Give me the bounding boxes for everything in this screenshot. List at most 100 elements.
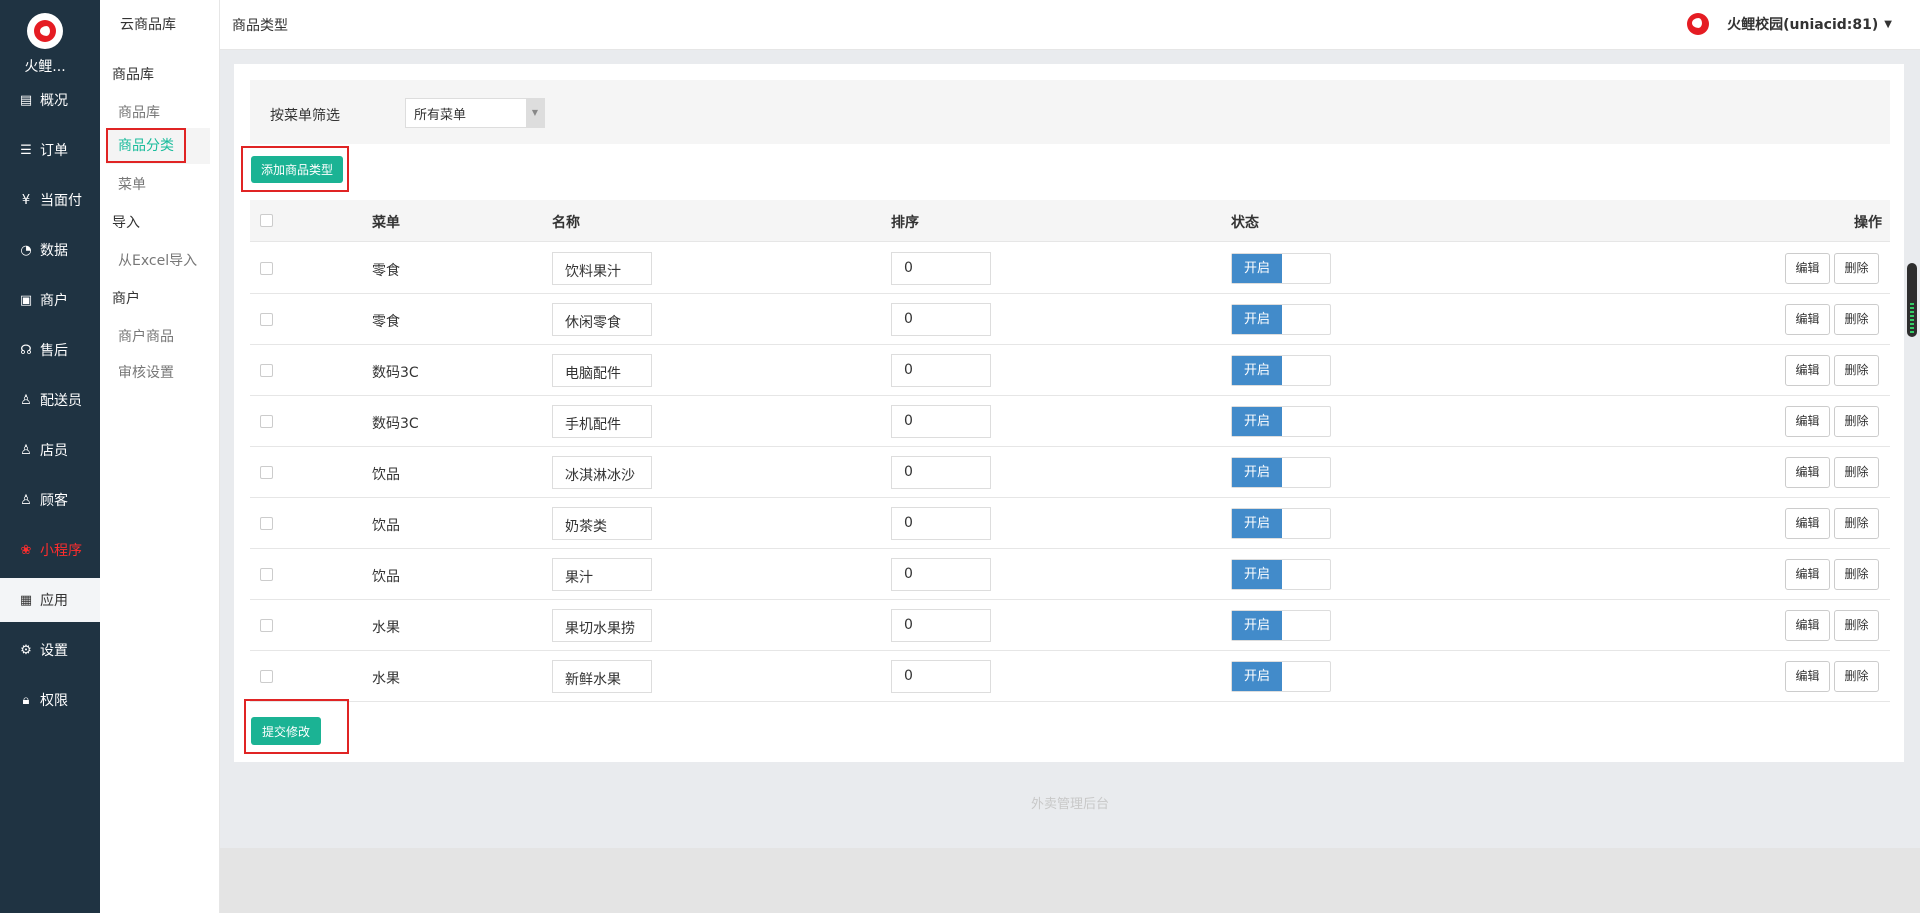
headset-icon: ☊ <box>20 342 32 358</box>
nav-item-facepay[interactable]: ¥ 当面付 <box>0 178 100 222</box>
name-input[interactable]: 果切水果捞 <box>552 609 652 642</box>
delete-button[interactable]: 删除 <box>1834 406 1879 437</box>
nav-item-miniprogram[interactable]: ❀ 小程序 <box>0 528 100 572</box>
edit-button[interactable]: 编辑 <box>1785 508 1830 539</box>
nav-item-staff[interactable]: ♙ 店员 <box>0 428 100 472</box>
name-input[interactable]: 休闲零食 <box>552 303 652 336</box>
subnav-item-goods-library[interactable]: 商品库 <box>118 102 160 122</box>
status-toggle[interactable]: 开启 <box>1231 304 1331 335</box>
row-menu: 数码3C <box>372 365 419 381</box>
name-input[interactable]: 新鲜水果 <box>552 660 652 693</box>
menu-filter-value: 所有菜单 <box>414 108 467 123</box>
menu-filter-select[interactable]: 所有菜单 ▼ <box>405 98 545 128</box>
sort-input[interactable]: 0 <box>891 354 991 387</box>
edit-button[interactable]: 编辑 <box>1785 355 1830 386</box>
edit-button[interactable]: 编辑 <box>1785 253 1830 284</box>
nav-item-overview[interactable]: ▤ 概况 <box>0 78 100 122</box>
row-checkbox[interactable] <box>260 670 273 683</box>
name-input[interactable]: 奶茶类 <box>552 507 652 540</box>
status-on-label: 开启 <box>1232 611 1282 640</box>
highlight-box <box>106 128 186 163</box>
sort-input[interactable]: 0 <box>891 609 991 642</box>
brand-name: 火鲤... <box>24 59 66 75</box>
status-toggle[interactable]: 开启 <box>1231 253 1331 284</box>
status-on-label: 开启 <box>1232 305 1282 334</box>
status-toggle[interactable]: 开启 <box>1231 457 1331 488</box>
row-menu: 零食 <box>372 314 400 330</box>
row-checkbox[interactable] <box>260 262 273 275</box>
nav-item-couriers[interactable]: ♙ 配送员 <box>0 378 100 422</box>
subnav-item-review-settings[interactable]: 审核设置 <box>118 362 174 382</box>
subnav-item-merchant-goods[interactable]: 商户商品 <box>118 326 174 346</box>
edit-button[interactable]: 编辑 <box>1785 406 1830 437</box>
scrollbar[interactable] <box>1907 263 1917 337</box>
row-checkbox[interactable] <box>260 415 273 428</box>
name-input[interactable]: 电脑配件 <box>552 354 652 387</box>
edit-button[interactable]: 编辑 <box>1785 559 1830 590</box>
name-input[interactable]: 饮料果汁 <box>552 252 652 285</box>
col-name: 名称 <box>552 215 580 231</box>
caret-down-icon: ▼ <box>1884 18 1892 30</box>
sort-input[interactable]: 0 <box>891 558 991 591</box>
sort-input[interactable]: 0 <box>891 456 991 489</box>
nav-item-data[interactable]: ◔ 数据 <box>0 228 100 272</box>
row-checkbox[interactable] <box>260 364 273 377</box>
table-row: 零食 休闲零食 0 开启 编辑 删除 <box>250 294 1890 345</box>
col-menu: 菜单 <box>372 215 400 231</box>
delete-button[interactable]: 删除 <box>1834 610 1879 641</box>
row-checkbox[interactable] <box>260 517 273 530</box>
delete-button[interactable]: 删除 <box>1834 508 1879 539</box>
status-toggle[interactable]: 开启 <box>1231 355 1331 386</box>
edit-button[interactable]: 编辑 <box>1785 610 1830 641</box>
status-on-label: 开启 <box>1232 662 1282 691</box>
nav-item-customers[interactable]: ♙ 顾客 <box>0 478 100 522</box>
subnav-item-excel-import[interactable]: 从Excel导入 <box>118 250 197 270</box>
row-checkbox[interactable] <box>260 313 273 326</box>
edit-button[interactable]: 编辑 <box>1785 457 1830 488</box>
status-toggle[interactable]: 开启 <box>1231 406 1331 437</box>
status-toggle[interactable]: 开启 <box>1231 610 1331 641</box>
subnav-group-merchant: 商户 <box>112 291 140 307</box>
nav-item-settings[interactable]: ⚙ 设置 <box>0 628 100 672</box>
row-checkbox[interactable] <box>260 568 273 581</box>
delete-button[interactable]: 删除 <box>1834 661 1879 692</box>
brand-logo-icon[interactable] <box>27 13 63 49</box>
status-toggle[interactable]: 开启 <box>1231 661 1331 692</box>
nav-item-aftersale[interactable]: ☊ 售后 <box>0 328 100 372</box>
row-checkbox[interactable] <box>260 466 273 479</box>
status-toggle[interactable]: 开启 <box>1231 508 1331 539</box>
sort-input[interactable]: 0 <box>891 507 991 540</box>
sort-input[interactable]: 0 <box>891 252 991 285</box>
nav-item-apps[interactable]: ▦ 应用 <box>0 578 100 622</box>
filter-label: 按菜单筛选 <box>270 108 340 124</box>
row-checkbox[interactable] <box>260 619 273 632</box>
name-input[interactable]: 冰淇淋冰沙 <box>552 456 652 489</box>
edit-button[interactable]: 编辑 <box>1785 661 1830 692</box>
status-toggle[interactable]: 开启 <box>1231 559 1331 590</box>
user-menu[interactable]: 火鲤校园(uniacid:81) ▼ <box>1687 13 1892 35</box>
edit-button[interactable]: 编辑 <box>1785 304 1830 335</box>
nav-item-merchants[interactable]: ▣ 商户 <box>0 278 100 322</box>
delete-button[interactable]: 删除 <box>1834 355 1879 386</box>
sort-input[interactable]: 0 <box>891 303 991 336</box>
subnav-item-menu[interactable]: 菜单 <box>118 174 146 194</box>
delete-button[interactable]: 删除 <box>1834 304 1879 335</box>
sort-input[interactable]: 0 <box>891 660 991 693</box>
footer-text: 外卖管理后台 <box>1030 797 1109 812</box>
delete-button[interactable]: 删除 <box>1834 253 1879 284</box>
delete-button[interactable]: 删除 <box>1834 457 1879 488</box>
select-all-checkbox[interactable] <box>260 214 273 227</box>
status-on-label: 开启 <box>1232 254 1282 283</box>
table-row: 饮品 果汁 0 开启 编辑 删除 <box>250 549 1890 600</box>
delete-button[interactable]: 删除 <box>1834 559 1879 590</box>
table-row: 饮品 冰淇淋冰沙 0 开启 编辑 删除 <box>250 447 1890 498</box>
status-on-label: 开启 <box>1232 407 1282 436</box>
name-input[interactable]: 手机配件 <box>552 405 652 438</box>
sort-input[interactable]: 0 <box>891 405 991 438</box>
nav-item-orders[interactable]: ☰ 订单 <box>0 128 100 172</box>
dropdown-arrow-icon: ▼ <box>526 99 544 127</box>
nav-item-permissions[interactable]: 🔒︎ 权限 <box>0 678 100 722</box>
apps-icon: ▦ <box>19 592 33 608</box>
name-input[interactable]: 果汁 <box>552 558 652 591</box>
highlight-box <box>244 699 349 754</box>
